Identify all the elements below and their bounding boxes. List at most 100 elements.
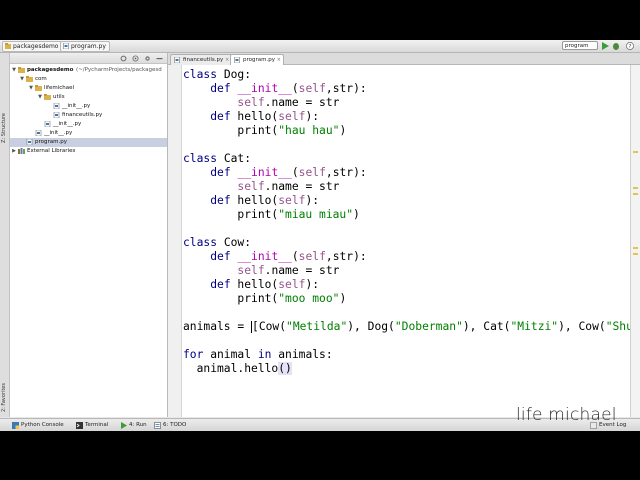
code-line[interactable]: print("hau hau") [183,124,346,138]
code-line[interactable]: def hello(self): [183,278,319,292]
terminal-tool-button[interactable]: Terminal [76,421,108,430]
scroll-from-source-icon[interactable] [132,55,139,62]
folder-icon [44,94,51,100]
todo-tool-button[interactable]: 6: TODO [154,421,186,430]
run-tool-button[interactable]: 4: Run [120,421,147,430]
tree-item-init-utils[interactable]: __init__.py [10,102,167,111]
python-file-icon [174,57,180,63]
tool-label: 6: TODO [163,422,187,428]
breadcrumb-file[interactable]: program.py [60,41,110,52]
editor-tab-bar: financeutils.py × program.py × [168,53,640,65]
warning-marker[interactable] [633,151,638,153]
code-line[interactable]: self.name = str [183,180,339,194]
structure-tool-button[interactable]: Z: Structure [1,113,8,143]
tree-item-label: __init__.py [53,121,82,127]
collapse-arrow-icon[interactable]: ▶ [11,147,17,156]
tree-item-financeutils[interactable]: financeutils.py [10,111,167,120]
code-line[interactable]: def __init__(self,str): [183,250,366,264]
hide-panel-icon[interactable] [156,55,163,62]
tree-item-packagesdemo[interactable]: ▼ packagesdemo (~/PycharmProjects/packag… [10,66,167,75]
folder-icon [26,76,33,82]
code-editor[interactable]: class Dog: def __init__(self,str): self.… [182,65,630,417]
tree-item-program[interactable]: program.py [10,138,167,147]
warning-marker[interactable] [633,247,638,249]
expand-arrow-icon[interactable]: ▼ [28,84,34,93]
close-icon[interactable]: × [277,55,281,65]
settings-icon[interactable] [120,55,127,62]
todo-icon [154,422,161,429]
code-line[interactable]: print("miau miau") [183,208,359,222]
python-console-tool-button[interactable]: Python Console [12,421,64,430]
tree-item-path: (~/PycharmProjects/packagesd [76,67,162,73]
watermark: life michael [516,405,617,425]
tree-item-label: lifemichael [44,85,75,91]
python-console-icon [12,422,19,429]
tree-item-label: utils [53,94,65,100]
favorites-tool-button[interactable]: 2: Favorites [1,383,8,412]
editor-scroll-marker-strip[interactable] [630,65,640,417]
python-file-icon [53,103,60,109]
code-line[interactable]: self.name = str [183,264,339,278]
code-line[interactable]: def hello(self): [183,110,319,124]
expand-arrow-icon[interactable]: ▼ [37,93,43,102]
code-line[interactable]: def hello(self): [183,194,319,208]
debug-icon[interactable] [612,42,620,50]
help-icon[interactable]: ? [626,42,634,50]
expand-arrow-icon[interactable]: ▼ [11,66,17,75]
code-line[interactable]: class Cow: [183,236,251,250]
code-line[interactable]: def __init__(self,str): [183,82,366,96]
run-icon[interactable] [601,42,609,50]
tree-item-label: __init__.py [44,130,73,136]
python-file-icon [63,43,69,49]
project-panel-toolbar [10,53,167,64]
tree-item-utils[interactable]: ▼ utils [10,93,167,102]
tab-program[interactable]: program.py × [230,54,284,65]
tab-financeutils[interactable]: financeutils.py × [170,54,233,65]
pycharm-window: packagesdemo program.py program ? Z: Str… [0,40,640,431]
video-frame: packagesdemo program.py program ? Z: Str… [0,0,640,480]
folder-icon [35,85,42,91]
tree-item-lifemichael[interactable]: ▼ lifemichael [10,84,167,93]
tree-item-com[interactable]: ▼ com [10,75,167,84]
code-line[interactable]: animals = [Cow("Metilda"), Dog("Doberman… [183,320,630,334]
tab-label: program.py [243,57,275,63]
tool-label: Python Console [21,422,64,428]
tree-item-init-lifemichael[interactable]: __init__.py [10,120,167,129]
code-line[interactable]: class Dog: [183,68,251,82]
run-icon [121,422,127,429]
breadcrumb-project[interactable]: packagesdemo [2,41,63,52]
code-line[interactable]: self.name = str [183,96,339,110]
project-panel: ▼ packagesdemo (~/PycharmProjects/packag… [10,53,168,417]
tree-item-label: financeutils.py [62,112,103,118]
code-line[interactable]: for animal in animals: [183,348,333,362]
python-file-icon [26,139,33,145]
warning-marker[interactable] [633,187,638,189]
python-file-icon [53,112,60,118]
terminal-icon [76,422,83,429]
svg-text:?: ? [629,44,632,50]
run-configuration-select[interactable]: program [562,41,598,50]
tree-item-label: packagesdemo [27,67,74,73]
tree-item-external-libraries[interactable]: ▶ External Libraries [10,147,167,156]
code-line[interactable]: def __init__(self,str): [183,166,366,180]
close-icon[interactable]: × [225,55,229,65]
python-file-icon [234,57,240,63]
code-line[interactable]: print("moo moo") [183,292,346,306]
gear-icon[interactable] [144,55,151,62]
code-line[interactable]: class Cat: [183,152,251,166]
navigation-bar: packagesdemo program.py program ? [0,40,640,53]
tab-label: financeutils.py [183,57,224,63]
tool-label: 4: Run [129,422,147,428]
warning-marker[interactable] [633,193,638,195]
expand-arrow-icon[interactable]: ▼ [19,75,25,84]
tree-item-init-com[interactable]: __init__.py [10,129,167,138]
tree-item-label: program.py [35,139,67,145]
warning-marker[interactable] [633,253,638,255]
code-line[interactable]: animal.hello() [183,362,292,376]
tree-item-label: __init__.py [62,103,91,109]
tree-item-label: com [35,76,47,82]
folder-icon [5,43,11,49]
python-file-icon [44,121,51,127]
editor-gutter [168,65,182,417]
folder-icon [18,67,25,73]
